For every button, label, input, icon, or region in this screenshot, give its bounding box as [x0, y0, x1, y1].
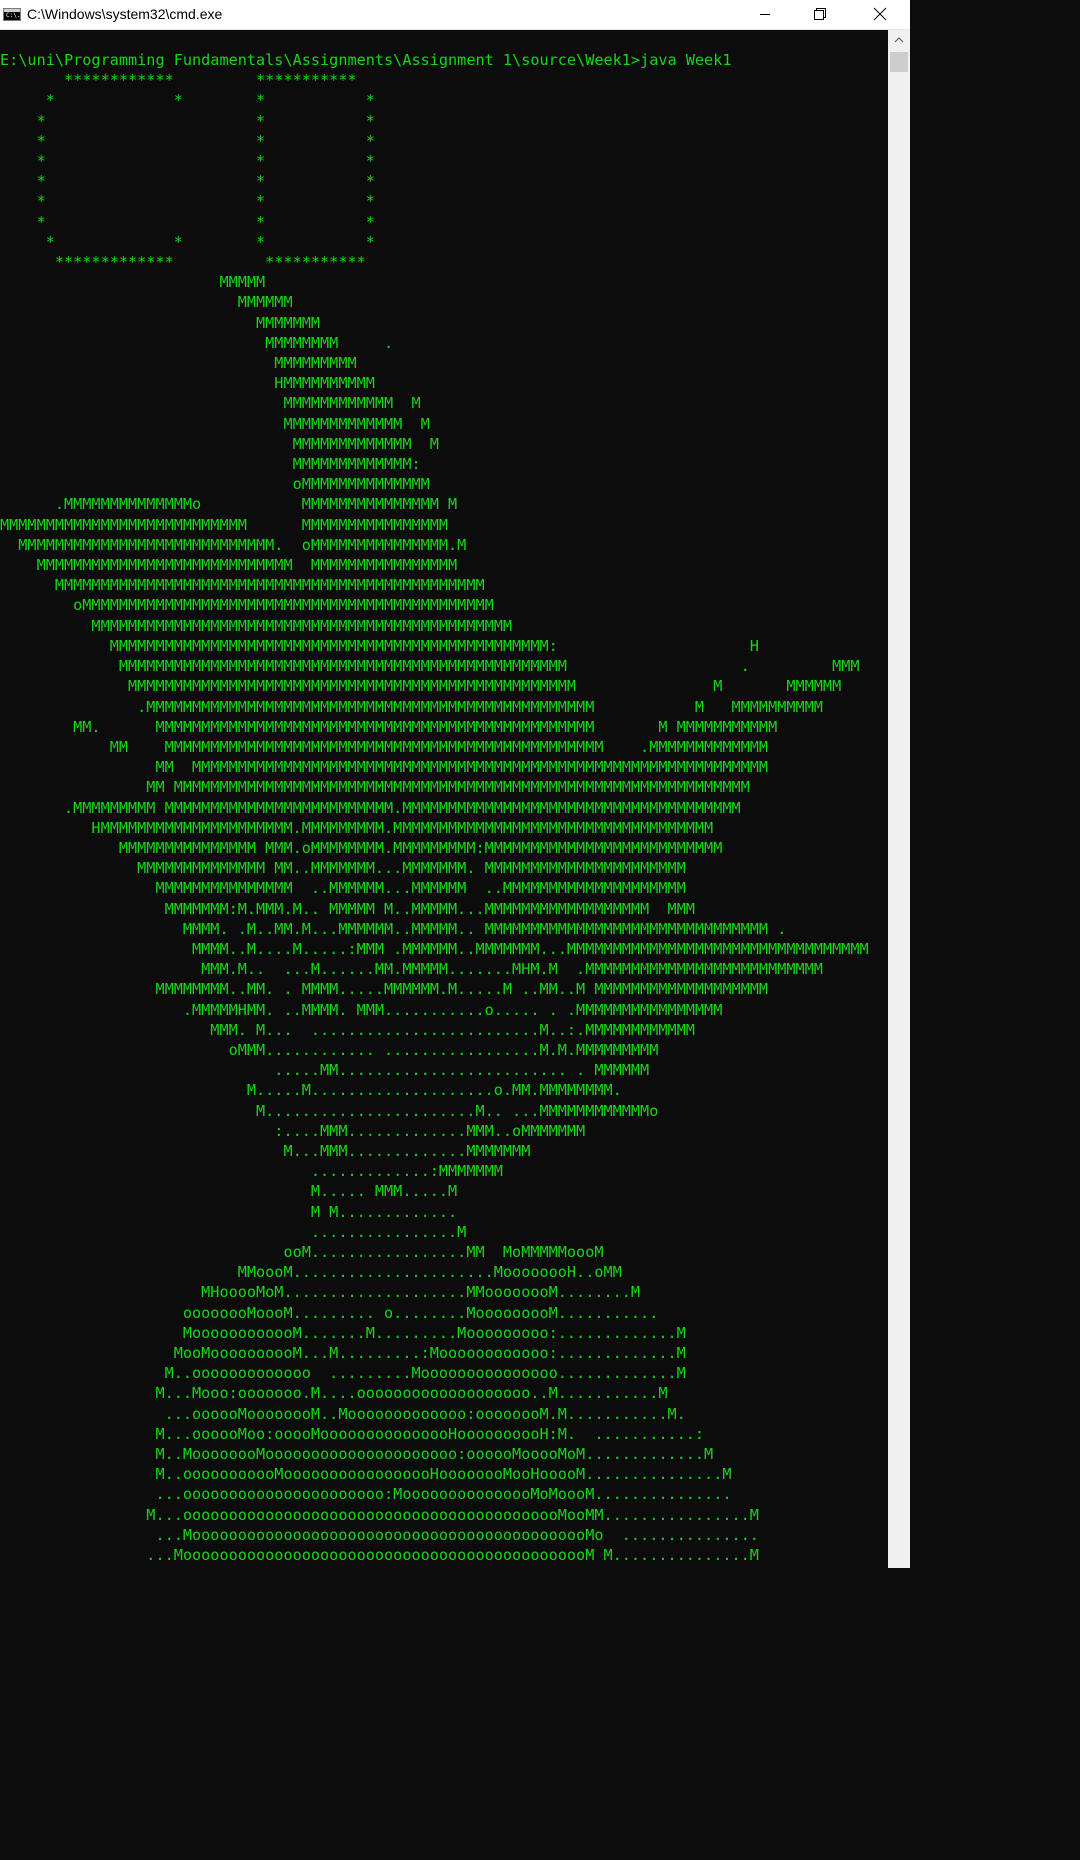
console-line: oooooooMoooM......... o........Moooooooo… — [0, 1303, 659, 1322]
console-line: MMM. M... .........................M..:.… — [0, 1020, 695, 1039]
console-line: MMMMMM — [0, 293, 293, 312]
cmd-window: C:\. C:\Windows\system32\cmd.exe E:\uni\… — [0, 0, 910, 1568]
console-line: MMMMMMMMMMMMMMMMMMMMMMMMMMMMMMMMMMMMMMMM… — [0, 636, 759, 655]
console-line: HMMMMMMMMMM — [0, 374, 375, 393]
console-line: .MMMMMMMMMMMMMMMMMMMMMMMMMMMMMMMMMMMMMMM… — [0, 697, 823, 716]
console-line: MMoooM......................MoooooooH..o… — [0, 1263, 622, 1282]
console-line: M..ooooooooooooo .........Mooooooooooooo… — [0, 1364, 686, 1383]
minimize-button[interactable] — [742, 0, 788, 29]
console-line: * * * — [0, 111, 375, 130]
console-area[interactable]: E:\uni\Programming Fundamentals\Assignme… — [0, 30, 888, 1568]
console-line: MMMMMMMMMMMMMMMMMMMMMMMMMMMMMMMMMMMMMMMM… — [0, 616, 513, 635]
console-line: * * * — [0, 131, 375, 150]
console-line: MoooooooooooM.......M.........Mooooooooo… — [0, 1323, 686, 1342]
console-line: .............:MMMMMMM — [0, 1162, 503, 1181]
console-line: .MMMMMMMMM MMMMMMMMMMMMMMMMMMMMMMMMM.MMM… — [0, 798, 741, 817]
console-line: .MMMMMMMMMMMMMMo MMMMMMMMMMMMMMM M — [0, 495, 458, 514]
console-line: MMMMMMMM . — [0, 333, 394, 352]
console-line: oMMMMMMMMMMMMMM — [0, 475, 430, 494]
console-line: MMMM..M....M.....:MMM .MMMMMM..MMMMMMM..… — [0, 939, 869, 958]
scroll-thumb[interactable] — [890, 52, 908, 72]
restore-button[interactable] — [796, 0, 842, 29]
scroll-up-arrow-icon[interactable] — [894, 36, 904, 44]
console-line: MMMMMMM — [0, 313, 321, 332]
console-line: MMMMMMMMMMMMM M — [0, 434, 439, 453]
console-line: MM. MMMMMMMMMMMMMMMMMMMMMMMMMMMMMMMMMMMM… — [0, 717, 778, 736]
console-line: .....MM......................... . MMMMM… — [0, 1061, 650, 1080]
minimize-icon — [760, 14, 770, 15]
console-line: ...oooooooooooooooooooooo:Mooooooooooooo… — [0, 1485, 732, 1504]
console-line: MMMMMMMMMMMMM: — [0, 455, 421, 474]
console-line: MMMMMMMMMMMMMMMMMMMMMMMMMMMM MMMMMMMMMMM… — [0, 556, 458, 575]
console-line: M...Mooo:ooooooo.M....oooooooooooooooooo… — [0, 1384, 668, 1403]
console-line: M..... MMM.....M — [0, 1182, 458, 1201]
console-line: MooMoooooooooM...M.........:Mooooooooooo… — [0, 1344, 686, 1362]
console-line: ooM.................MM MoMMMMMoooM — [0, 1242, 604, 1261]
console-line: MMMMMMMMMMMM M — [0, 394, 421, 413]
console-line: ...Moooooooooooooooooooooooooooooooooooo… — [0, 1525, 759, 1544]
title-bar[interactable]: C:\. C:\Windows\system32\cmd.exe — [0, 0, 910, 30]
close-icon — [873, 7, 887, 21]
console-line: ...oooooMoooooooM..Mooooooooooooo:oooooo… — [0, 1404, 686, 1423]
close-button[interactable] — [856, 0, 902, 29]
console-line: MMMMMMMMMMMMMMM ..MMMMMM...MMMMMM ..MMMM… — [0, 879, 686, 898]
console-line: MMMMMMMMMMMMMMMMMMMMMMMMMMM MMMMMMMMMMMM… — [0, 515, 449, 534]
console-line: oMMMMMMMMMMMMMMMMMMMMMMMMMMMMMMMMMMMMMMM… — [0, 596, 494, 615]
icon-prompt-text: C:\. — [6, 12, 21, 19]
console-line: M.......................M.. ...MMMMMMMMM… — [0, 1101, 659, 1120]
vertical-scrollbar[interactable] — [888, 30, 910, 1568]
console-line: ...Moooooooooooooooooooooooooooooooooooo… — [0, 1546, 759, 1565]
console-line: MMMMMMMMMMMMMMMMMMMMMMMMMMMMMMMMMMMMMMMM… — [0, 576, 485, 595]
console-line: :....MMM.............MMM..oMMMMMMM — [0, 1121, 586, 1140]
console-line: MMMMMMM:M.MMM.M.. MMMMM M..MMMMM...MMMMM… — [0, 899, 695, 918]
window-title: C:\Windows\system32\cmd.exe — [27, 6, 223, 22]
console-line: .MMMMMHMM. ..MMMM. MMM...........o..... … — [0, 1000, 723, 1019]
console-line: M M............. — [0, 1202, 458, 1221]
console-line: MMMMM — [0, 273, 266, 292]
console-line: MMMMMMMM..MM. . MMMM.....MMMMMM.M.....M … — [0, 980, 769, 999]
console-line: MMMM. .M..MM.M...MMMMMM..MMMMM.. MMMMMMM… — [0, 919, 787, 938]
console-line: M..ooooooooooMooooooooooooooooHoooooooMo… — [0, 1465, 732, 1484]
console-line: MM MMMMMMMMMMMMMMMMMMMMMMMMMMMMMMMMMMMMM… — [0, 778, 750, 797]
console-output: E:\uni\Programming Fundamentals\Assignme… — [0, 50, 869, 1565]
console-line: MMM.M.. ...M......MM.MMMMM.......MHM.M .… — [0, 960, 823, 979]
console-line: * * * — [0, 212, 375, 231]
restore-icon — [814, 8, 826, 20]
console-line: ************* *********** — [0, 253, 366, 272]
console-line: M.....M....................o.MM.MMMMMMMM… — [0, 1081, 622, 1100]
console-line: MMMMMMMMMMMMMM MM..MMMMMMM...MMMMMMM. MM… — [0, 859, 686, 878]
console-line: MMMMMMMMMMMMMMM MMM.oMMMMMMMM.MMMMMMMMM:… — [0, 838, 723, 857]
console-line: MMMMMMMMM — [0, 354, 357, 373]
console-line: * * * — [0, 152, 375, 171]
console-line: oMMM............ .................M.M.MM… — [0, 1040, 659, 1059]
console-line: M...oooooooooooooooooooooooooooooooooooo… — [0, 1505, 759, 1524]
console-line: * * * * — [0, 91, 375, 110]
console-line: M...MMM.............MMMMMMM — [0, 1141, 531, 1160]
command-prompt-line: E:\uni\Programming Fundamentals\Assignme… — [0, 51, 732, 69]
console-line: M..MoooooooMooooooooooooooooooooo:oooooM… — [0, 1445, 714, 1464]
console-line: * * * * — [0, 232, 375, 251]
console-app-icon[interactable]: C:\. — [3, 8, 21, 21]
console-line: MMMMMMMMMMMMMMMMMMMMMMMMMMMM. oMMMMMMMMM… — [0, 535, 467, 554]
console-line: MHooooMoM....................MMoooooooM.… — [0, 1283, 641, 1302]
console-line: MM MMMMMMMMMMMMMMMMMMMMMMMMMMMMMMMMMMMMM… — [0, 737, 769, 756]
console-line: ************ *********** — [0, 71, 357, 90]
console-line: ................M — [0, 1222, 467, 1241]
console-line: MMMMMMMMMMMMMMMMMMMMMMMMMMMMMMMMMMMMMMMM… — [0, 657, 860, 676]
console-line: M...oooooMoo:ooooMooooooooooooooHooooooo… — [0, 1424, 705, 1443]
console-line: * * * — [0, 192, 375, 211]
console-line: * * * — [0, 172, 375, 191]
console-line: HMMMMMMMMMMMMMMMMMMMMM.MMMMMMMMM.MMMMMMM… — [0, 818, 714, 837]
console-line: MMMMMMMMMMMMM M — [0, 414, 430, 433]
console-line: MM MMMMMMMMMMMMMMMMMMMMMMMMMMMMMMMMMMMMM… — [0, 758, 769, 777]
console-line: MMMMMMMMMMMMMMMMMMMMMMMMMMMMMMMMMMMMMMMM… — [0, 677, 842, 696]
